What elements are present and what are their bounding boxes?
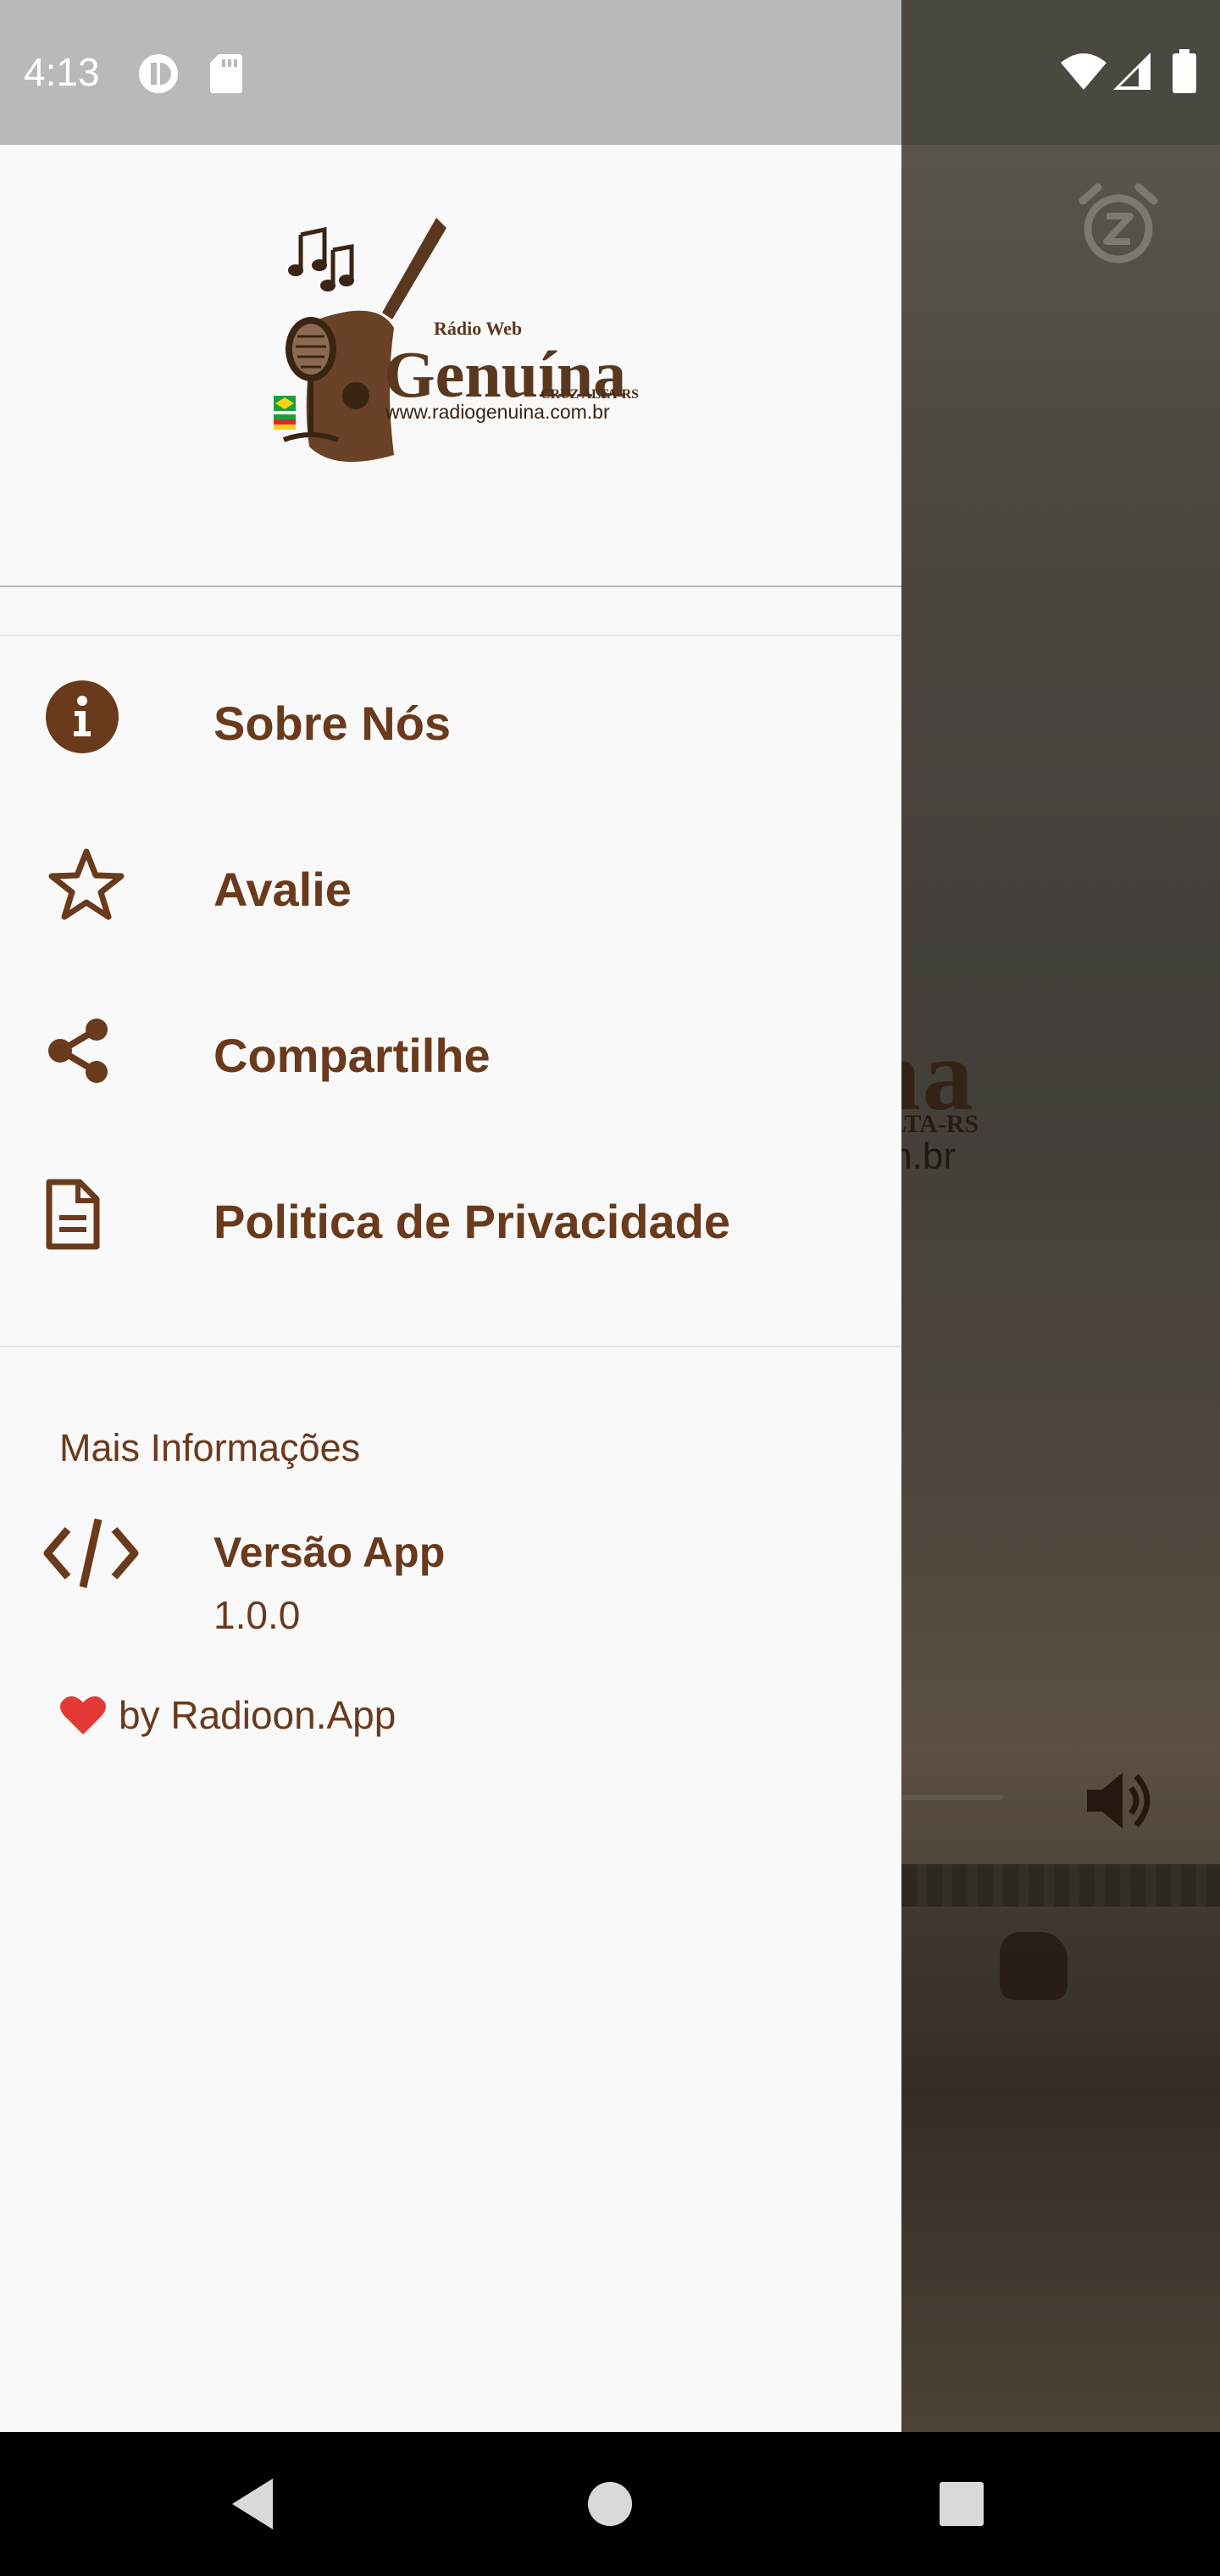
header-divider [0, 586, 901, 587]
home-button[interactable] [576, 2470, 644, 2538]
wifi-icon [1061, 53, 1106, 90]
circle-app-icon [139, 54, 178, 93]
menu-label-sobre-nos: Sobre Nós [214, 697, 452, 750]
status-bar: 4:13 [0, 0, 1220, 145]
credit-text: by Radioon.App [119, 1693, 396, 1737]
menu-divider [0, 1346, 901, 1347]
star-icon [48, 848, 125, 920]
document-icon [46, 1179, 100, 1250]
menu-item-compartilhe[interactable]: Compartilhe [0, 977, 901, 1138]
back-button[interactable] [220, 2470, 288, 2538]
more-info-title: Mais Informações [59, 1426, 361, 1469]
version-value: 1.0.0 [214, 1593, 301, 1637]
logo-url: www.radiogenuina.com.br [385, 401, 610, 423]
drawer-header: Rádio Web Genuína CRUZ ALTA-RS www.radio… [0, 145, 901, 586]
menu-item-sobre-nos[interactable]: Sobre Nós [0, 645, 901, 806]
menu-item-politica-privacidade[interactable]: Politica de Privacidade [0, 1143, 901, 1304]
version-label: Versão App [214, 1529, 446, 1576]
section-divider [0, 635, 901, 636]
battery-icon [1173, 49, 1196, 93]
menu-label-compartilhe: Compartilhe [214, 1029, 491, 1082]
info-icon [46, 680, 119, 753]
menu-item-avalie[interactable]: Avalie [0, 811, 901, 972]
status-bar-drawer-part [0, 0, 901, 145]
menu-label-politica-privacidade: Politica de Privacidade [214, 1195, 731, 1248]
credit-line: by Radioon.App [59, 1692, 396, 1738]
recents-button[interactable] [928, 2470, 995, 2538]
menu-label-avalie: Avalie [214, 863, 352, 916]
cell-signal-icon [1113, 53, 1151, 90]
navigation-drawer: Rádio Web Genuína CRUZ ALTA-RS www.radio… [0, 145, 901, 2432]
code-icon [43, 1518, 139, 1588]
system-nav-bar [0, 2432, 1220, 2576]
sd-card-icon [210, 54, 242, 93]
heart-icon [60, 1696, 106, 1735]
share-icon [48, 1019, 108, 1083]
radio-logo: Rádio Web Genuína CRUZ ALTA-RS www.radio… [267, 218, 640, 472]
status-time: 4:13 [24, 50, 100, 94]
